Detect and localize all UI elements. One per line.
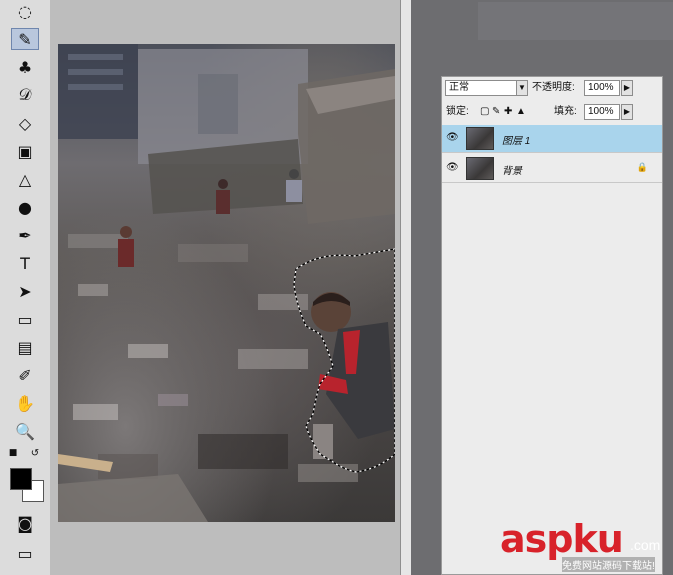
gradient-icon[interactable]: ▣ — [11, 140, 39, 162]
blur-icon[interactable]: △ — [11, 168, 39, 190]
layer-thumbnail — [466, 127, 494, 150]
lock-all-icon[interactable]: ▲ — [516, 104, 526, 120]
history-brush-icon[interactable]: 𝒟 — [11, 84, 39, 106]
blend-mode-select[interactable]: 正常 — [445, 80, 519, 96]
eye-icon[interactable]: 👁 — [446, 162, 459, 173]
layer-thumbnail — [466, 157, 494, 180]
fill-slider-arrow-icon[interactable]: ▶ — [621, 104, 633, 120]
lock-label: 锁定: — [446, 106, 469, 117]
shape-icon[interactable]: ▭ — [11, 308, 39, 330]
eyedropper-icon[interactable]: ✐ — [11, 364, 39, 386]
lasso-icon[interactable]: ◌ — [11, 0, 39, 22]
fill-value: 100% — [588, 106, 614, 117]
zoom-icon[interactable]: 🔍 — [11, 420, 39, 442]
eraser-icon[interactable]: ◇ — [11, 112, 39, 134]
screen-mode-icon[interactable]: ▭ — [11, 542, 39, 564]
fill-label: 填充: — [554, 106, 577, 117]
fill-input[interactable]: 100% — [584, 104, 620, 120]
opacity-value: 100% — [588, 82, 614, 93]
blend-mode-dropdown-icon[interactable]: ▼ — [516, 80, 528, 96]
path-select-icon[interactable]: ➤ — [11, 280, 39, 302]
foreground-color-swatch[interactable] — [10, 468, 32, 490]
dodge-icon[interactable]: ● — [11, 196, 39, 218]
lock-image-icon[interactable]: ✎ — [492, 104, 500, 120]
watermark-subtitle: 免费网站源码下载站! — [562, 557, 655, 572]
stamp-icon[interactable]: ♣ — [11, 56, 39, 78]
toolbox: ◌ ✎ ♣ 𝒟 ◇ ▣ △ ● ✒ T ➤ ▭ ▤ ✐ ✋ 🔍 ■ ↺ ◙ ▭ — [0, 0, 51, 575]
blend-mode-value: 正常 — [449, 82, 469, 93]
type-icon[interactable]: T — [11, 252, 39, 274]
watermark-logo: aspku — [500, 517, 624, 561]
opacity-label: 不透明度: — [532, 82, 575, 93]
swap-colors-icon[interactable]: ↺ — [28, 446, 42, 460]
brush-icon[interactable]: ✎ — [11, 28, 39, 50]
opacity-input[interactable]: 100% — [584, 80, 620, 96]
layer-name: 图层 1 — [502, 136, 531, 147]
hand-icon[interactable]: ✋ — [11, 392, 39, 414]
vertical-scrollbar[interactable] — [400, 0, 411, 575]
layers-panel: 正常 ▼ 不透明度: 100% ▶ 锁定: ▢ ✎ ✚ ▲ 填充: 100% ▶… — [441, 76, 663, 575]
panel-dock-header — [478, 2, 673, 40]
layer-row[interactable]: 👁 背景 🔒 — [442, 155, 662, 183]
layer-row[interactable]: 👁 图层 1 — [442, 125, 662, 153]
opacity-slider-arrow-icon[interactable]: ▶ — [621, 80, 633, 96]
lock-position-icon[interactable]: ✚ — [504, 104, 512, 120]
layer-name: 背景 — [502, 166, 522, 177]
lock-transparent-icon[interactable]: ▢ — [480, 104, 489, 120]
default-colors-icon[interactable]: ■ — [6, 446, 20, 460]
quick-mask-icon[interactable]: ◙ — [11, 512, 39, 534]
pen-icon[interactable]: ✒ — [11, 224, 39, 246]
canvas-image — [58, 44, 395, 522]
notes-icon[interactable]: ▤ — [11, 336, 39, 358]
watermark: aspku .com 免费网站源码下载站! — [500, 515, 670, 575]
eye-icon[interactable]: 👁 — [446, 132, 459, 143]
watermark-suffix: .com — [630, 537, 661, 553]
lock-icon: 🔒 — [636, 162, 648, 172]
document-canvas[interactable] — [58, 44, 395, 522]
